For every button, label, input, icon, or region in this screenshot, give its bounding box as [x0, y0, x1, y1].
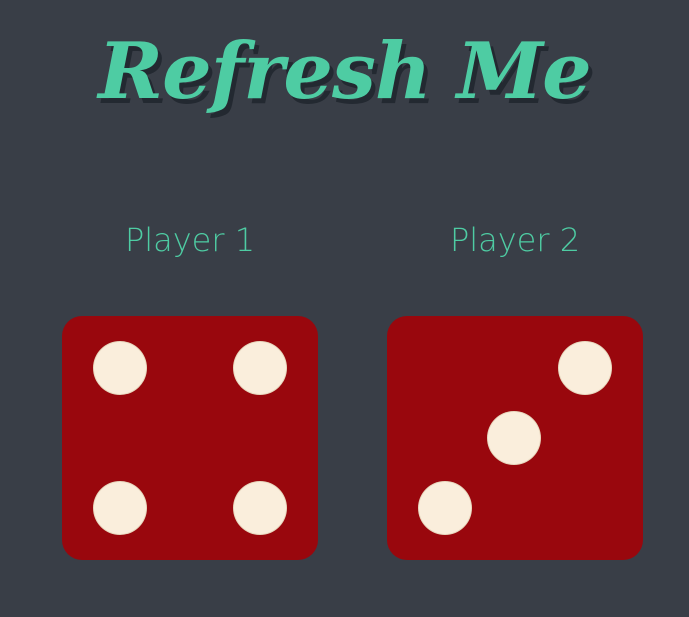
- die-pip: [94, 482, 146, 534]
- player-2-label: Player 2: [449, 221, 581, 259]
- die-pip: [94, 342, 146, 394]
- die-pip: [419, 482, 471, 534]
- player-1-label: Player 1: [124, 221, 256, 259]
- die-pip: [234, 482, 286, 534]
- die-pip: [488, 412, 540, 464]
- die-pip: [559, 342, 611, 394]
- page-title: Refresh Me: [98, 26, 591, 117]
- player-2-die: [387, 316, 643, 560]
- player-1-die: [62, 316, 318, 560]
- die-pip: [234, 342, 286, 394]
